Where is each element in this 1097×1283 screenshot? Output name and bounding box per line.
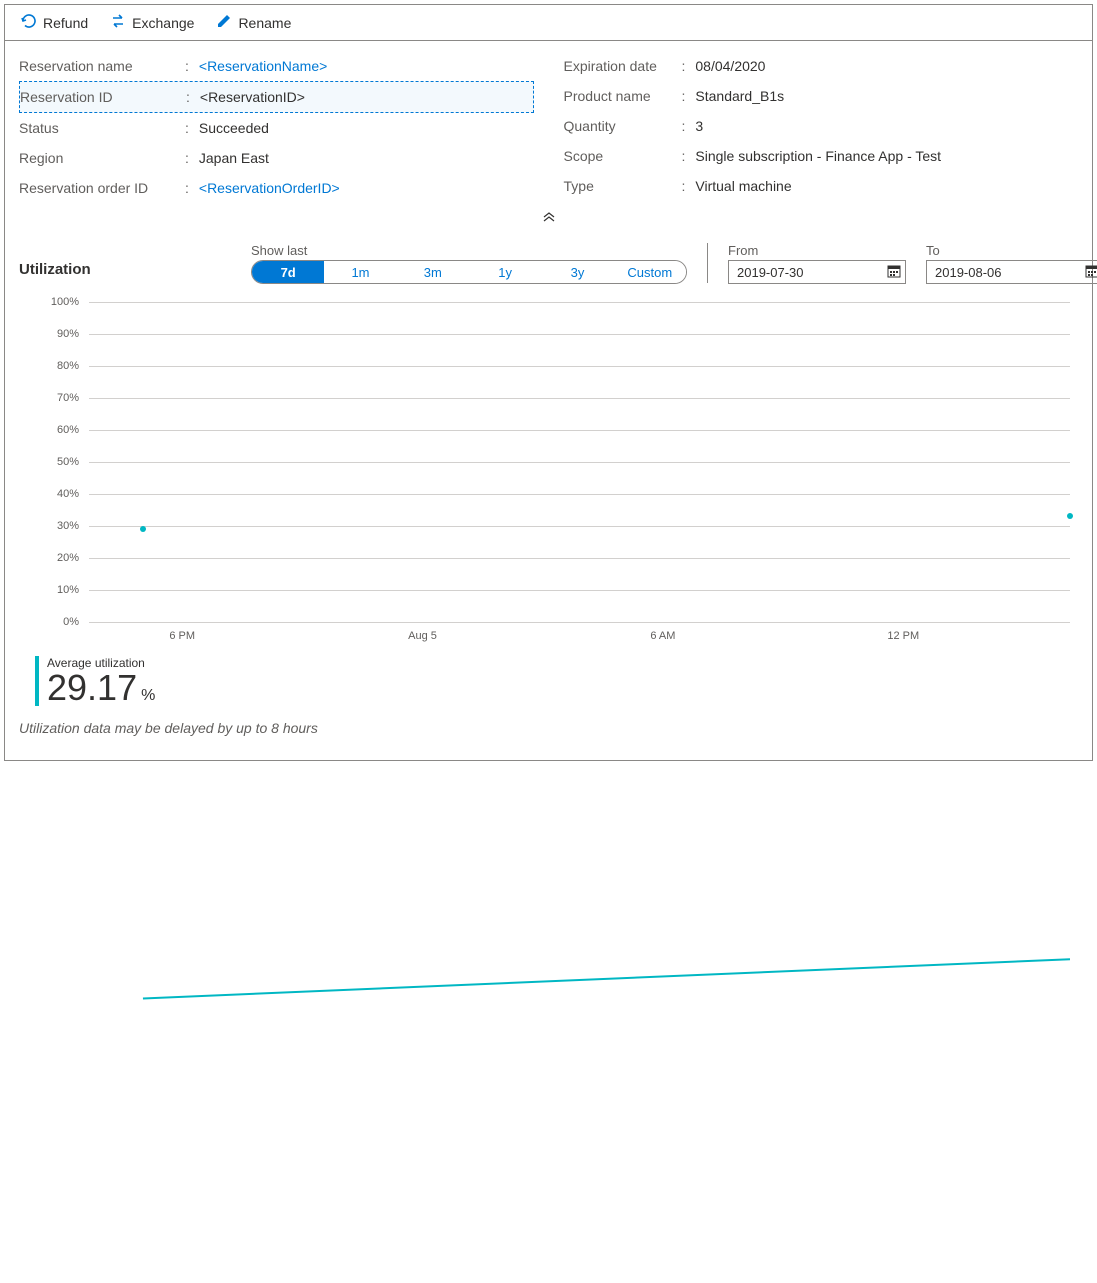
- pencil-icon: [216, 13, 232, 32]
- utilization-chart: 0% 10% 20% 30% 40% 50% 60% 70% 80% 90% 100% 6 PM Au…: [19, 294, 1078, 650]
- separator: :: [185, 117, 189, 139]
- calendar-icon: [1085, 264, 1097, 281]
- x-tick-label: 12 PM: [887, 630, 919, 642]
- details-left: Reservation name:<ReservationName>Reserv…: [19, 51, 534, 203]
- x-tick-label: Aug 5: [408, 630, 437, 642]
- detail-value: Succeeded: [199, 117, 269, 139]
- detail-value-link[interactable]: <ReservationOrderID>: [199, 177, 340, 199]
- to-date-value: 2019-08-06: [935, 265, 1002, 280]
- time-range-7d[interactable]: 7d: [252, 261, 324, 283]
- detail-label: Region: [19, 147, 185, 169]
- separator: :: [682, 175, 686, 197]
- chevron-up-double-icon: [543, 211, 555, 225]
- exchange-icon: [110, 13, 126, 32]
- detail-label: Reservation ID: [20, 86, 186, 108]
- show-last-label: Show last: [251, 243, 687, 258]
- detail-row: Reservation ID: <ReservationID>: [19, 81, 534, 113]
- separator: :: [682, 115, 686, 137]
- x-tick-label: 6 PM: [169, 630, 195, 642]
- detail-value-link[interactable]: <ReservationName>: [199, 55, 327, 77]
- toolbar: Refund Exchange Rename: [5, 5, 1092, 41]
- divider: [707, 243, 708, 283]
- y-tick-label: 70%: [19, 392, 79, 404]
- time-range-custom[interactable]: Custom: [614, 261, 686, 283]
- time-range-segmented: 7d1m3m1y3yCustom: [251, 260, 687, 284]
- from-date-value: 2019-07-30: [737, 265, 804, 280]
- detail-row: Region: Japan East: [19, 143, 534, 173]
- calendar-icon: [887, 264, 901, 281]
- detail-row: Status: Succeeded: [19, 113, 534, 143]
- y-tick-label: 10%: [19, 584, 79, 596]
- detail-label: Product name: [564, 85, 682, 107]
- separator: :: [682, 85, 686, 107]
- separator: :: [682, 145, 686, 167]
- y-tick-label: 90%: [19, 328, 79, 340]
- detail-value: Japan East: [199, 147, 269, 169]
- detail-row: Product name: Standard_B1s: [564, 81, 1079, 111]
- stat-label: Average utilization: [47, 656, 1078, 670]
- rename-label: Rename: [238, 15, 291, 31]
- detail-row: Quantity:3: [564, 111, 1079, 141]
- detail-row: Reservation name: <ReservationName>: [19, 51, 534, 81]
- detail-label: Quantity: [564, 115, 682, 137]
- separator: :: [186, 86, 190, 108]
- detail-value: Single subscription - Finance App - Test: [695, 145, 941, 167]
- detail-label: Status: [19, 117, 185, 139]
- detail-label: Type: [564, 175, 682, 197]
- details-right: Expiration date:08/04/2020Product name:S…: [564, 51, 1079, 203]
- rename-button[interactable]: Rename: [206, 9, 301, 36]
- time-range-1y[interactable]: 1y: [469, 261, 541, 283]
- detail-value: <ReservationID>: [200, 86, 305, 108]
- collapse-toggle[interactable]: [5, 209, 1092, 231]
- detail-row: Type: Virtual machine: [564, 171, 1079, 201]
- y-tick-label: 20%: [19, 552, 79, 564]
- time-range-3m[interactable]: 3m: [397, 261, 469, 283]
- utilization-title: Utilization: [19, 243, 251, 278]
- refund-button[interactable]: Refund: [11, 9, 98, 36]
- y-tick-label: 60%: [19, 424, 79, 436]
- separator: :: [185, 147, 189, 169]
- y-tick-label: 0%: [19, 616, 79, 628]
- to-date-input[interactable]: 2019-08-06: [926, 260, 1097, 284]
- from-date-input[interactable]: 2019-07-30: [728, 260, 906, 284]
- detail-label: Scope: [564, 145, 682, 167]
- detail-label: Reservation name: [19, 55, 185, 77]
- detail-value: 3: [695, 115, 703, 137]
- to-label: To: [926, 243, 1097, 258]
- y-tick-label: 100%: [19, 296, 79, 308]
- time-range-1m[interactable]: 1m: [324, 261, 396, 283]
- details-grid: Reservation name:<ReservationName>Reserv…: [5, 41, 1092, 209]
- detail-value: Standard_B1s: [695, 85, 784, 107]
- show-last-group: Show last 7d1m3m1y3yCustom: [251, 243, 687, 284]
- exchange-label: Exchange: [132, 15, 194, 31]
- from-label: From: [728, 243, 906, 258]
- y-tick-label: 40%: [19, 488, 79, 500]
- average-utilization-stat: Average utilization 29.17%: [35, 656, 1078, 706]
- exchange-button[interactable]: Exchange: [100, 9, 204, 36]
- separator: :: [185, 55, 189, 77]
- detail-value: Virtual machine: [695, 175, 791, 197]
- x-tick-label: 6 AM: [650, 630, 675, 642]
- data-point: [140, 526, 146, 532]
- y-tick-label: 80%: [19, 360, 79, 372]
- utilization-section: Utilization Show last 7d1m3m1y3yCustom F…: [5, 231, 1092, 760]
- detail-value: 08/04/2020: [695, 55, 765, 77]
- disclaimer-text: Utilization data may be delayed by up to…: [19, 720, 1078, 736]
- refund-icon: [21, 13, 37, 32]
- detail-row: Reservation order ID: <ReservationOrderID…: [19, 173, 534, 203]
- y-tick-label: 30%: [19, 520, 79, 532]
- separator: :: [682, 55, 686, 77]
- separator: :: [185, 177, 189, 199]
- time-range-3y[interactable]: 3y: [541, 261, 613, 283]
- refund-label: Refund: [43, 15, 88, 31]
- detail-label: Reservation order ID: [19, 177, 185, 199]
- detail-row: Expiration date:08/04/2020: [564, 51, 1079, 81]
- detail-row: Scope: Single subscription - Finance App …: [564, 141, 1079, 171]
- data-point: [1067, 513, 1073, 519]
- stat-value: 29.17%: [47, 670, 1078, 706]
- reservation-panel: Refund Exchange Rename Reservation name:…: [4, 4, 1093, 761]
- detail-label: Expiration date: [564, 55, 682, 77]
- y-tick-label: 50%: [19, 456, 79, 468]
